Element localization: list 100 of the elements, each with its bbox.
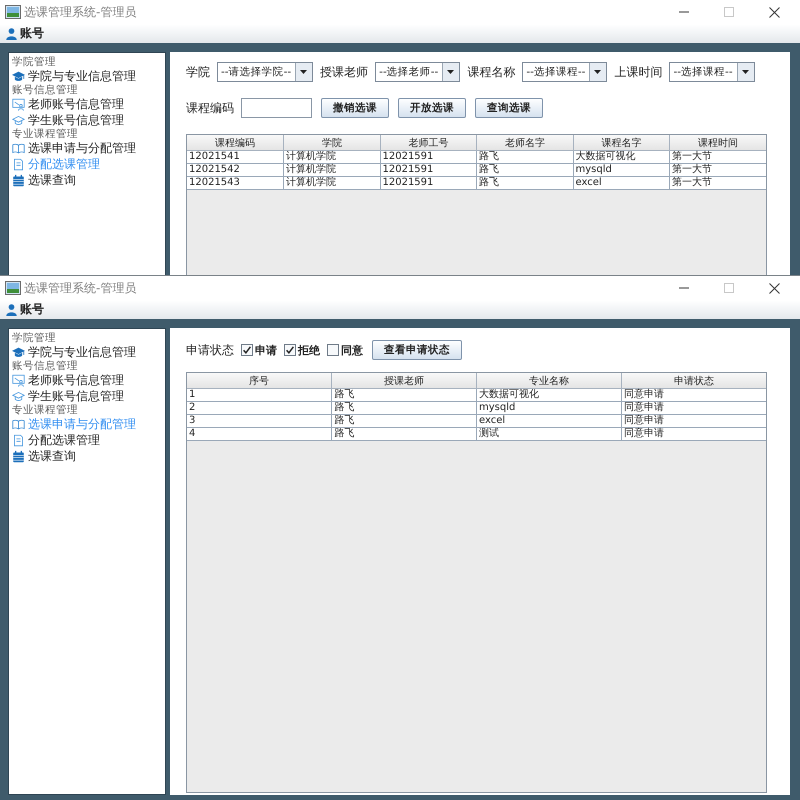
checkbox-icon[interactable] [241,344,253,356]
checkbox-icon[interactable] [327,344,339,356]
table-cell: 12021591 [380,164,476,176]
nav-item[interactable]: 学生账号信息管理 [12,112,162,128]
table-cell: mysqld [573,164,670,176]
input-field[interactable] [241,98,312,118]
column-header[interactable]: 申请状态 [621,373,766,388]
nav-item[interactable]: 老师账号信息管理 [12,96,162,112]
checkbox[interactable]: 申请 [241,342,277,358]
table-cell: 12021591 [380,176,476,190]
minimize-icon[interactable] [679,287,689,289]
table-cell: 路飞 [476,176,573,190]
table-cell: 大数据可视化 [573,150,670,164]
app-icon [5,5,21,19]
nav-section-title: 学院管理 [12,56,57,68]
board-icon [12,98,25,110]
graduation-cap-icon [12,390,25,402]
field-label: 学院 [186,64,210,80]
nav-item[interactable]: 学院与专业信息管理 [12,344,162,360]
action-button[interactable]: 撤销选课 [321,98,389,118]
table-cell: 路飞 [476,164,573,176]
table-cell: 路飞 [332,388,476,402]
table-cell: 2 [187,402,332,414]
table-cell: 计算机学院 [284,164,380,176]
close-icon[interactable] [769,6,780,18]
column-header[interactable]: 老师工号 [380,135,476,150]
close-icon[interactable] [769,282,780,294]
checkbox-icon[interactable] [284,344,296,356]
window-title: 选课管理系统-管理员 [24,4,136,20]
action-button[interactable]: 查询选课 [475,98,543,118]
table-cell: 计算机学院 [284,150,380,164]
caret-icon[interactable] [442,63,460,81]
column-header[interactable]: 课程编码 [187,135,284,150]
graduation-cap-icon [12,114,25,126]
table-cell: 12021542 [187,164,284,176]
caret-icon[interactable] [589,63,606,81]
table-cell: 12021591 [380,150,476,164]
column-header[interactable]: 课程名字 [573,135,670,150]
checkbox[interactable]: 同意 [327,342,363,358]
minimize-icon[interactable] [679,11,689,13]
nav-section-title: 学院管理 [12,332,57,344]
checkbox[interactable]: 拒绝 [284,342,320,358]
person-icon [6,28,17,40]
table-cell: 路飞 [332,402,476,414]
open-book-icon [12,142,25,154]
column-header[interactable]: 老师名字 [476,135,573,150]
dropdown[interactable]: --请选择学院-- [217,62,314,82]
column-header[interactable]: 学院 [284,135,380,150]
nav-section-title: 账号信息管理 [12,360,79,372]
action-button[interactable]: 查看申请状态 [372,340,462,360]
nav-section-title: 专业课程管理 [12,128,79,140]
column-header[interactable]: 序号 [187,373,332,388]
table-cell: 12021543 [187,176,284,190]
column-header[interactable]: 授课老师 [332,373,476,388]
table-cell: 第一大节 [670,150,766,164]
document-icon [12,434,25,446]
nav-item[interactable]: 老师账号信息管理 [12,372,162,388]
table-cell: 第一大节 [670,164,766,176]
column-header[interactable]: 专业名称 [476,373,622,388]
nav-item[interactable]: 学院与专业信息管理 [12,68,162,84]
table-cell: 路飞 [476,150,573,164]
table-cell: excel [573,176,670,190]
nav-section-title: 账号信息管理 [12,84,79,96]
window-title: 选课管理系统-管理员 [24,280,136,296]
action-button[interactable]: 开放选课 [398,98,466,118]
table-cell: 同意申请 [621,428,766,440]
dropdown[interactable]: --选择课程-- [669,62,755,82]
field-label: 申请状态 [186,342,234,358]
table-cell: 大数据可视化 [476,388,622,402]
nav-item[interactable]: 选课查询 [12,172,162,188]
caret-icon[interactable] [736,63,754,81]
nav-item[interactable]: 选课查询 [12,448,162,464]
table-cell: mysqld [476,402,622,414]
table-cell: excel [476,414,622,428]
table-cell: 测试 [476,428,622,440]
open-book-icon [12,418,25,430]
field-label: 上课时间 [614,64,662,80]
menu-item[interactable]: 账号 [6,301,44,318]
nav-item[interactable]: 选课申请与分配管理 [12,140,162,156]
dropdown[interactable]: --选择课程-- [522,62,608,82]
table-cell: 3 [187,414,332,428]
table-cell: 12021541 [187,150,284,164]
table-cell: 4 [187,428,332,440]
table-cell: 路飞 [332,428,476,440]
table-cell: 1 [187,388,332,402]
column-header[interactable]: 课程时间 [670,135,766,150]
table-cell: 第一大节 [670,176,766,190]
field-label: 授课老师 [320,64,368,80]
nav-section-title: 专业课程管理 [12,404,79,416]
app-icon [5,281,21,295]
graduation-cap-icon [12,70,25,82]
caret-icon[interactable] [295,63,312,81]
field-label: 课程名称 [467,64,516,80]
field-label: 课程编码 [186,100,234,116]
dropdown[interactable]: --选择老师-- [375,62,460,82]
menu-item[interactable]: 账号 [6,25,44,42]
nav-item[interactable]: 分配选课管理 [12,432,162,448]
nav-item[interactable]: 学生账号信息管理 [12,388,162,404]
person-icon [6,304,17,316]
table-cell: 同意申请 [621,402,766,414]
